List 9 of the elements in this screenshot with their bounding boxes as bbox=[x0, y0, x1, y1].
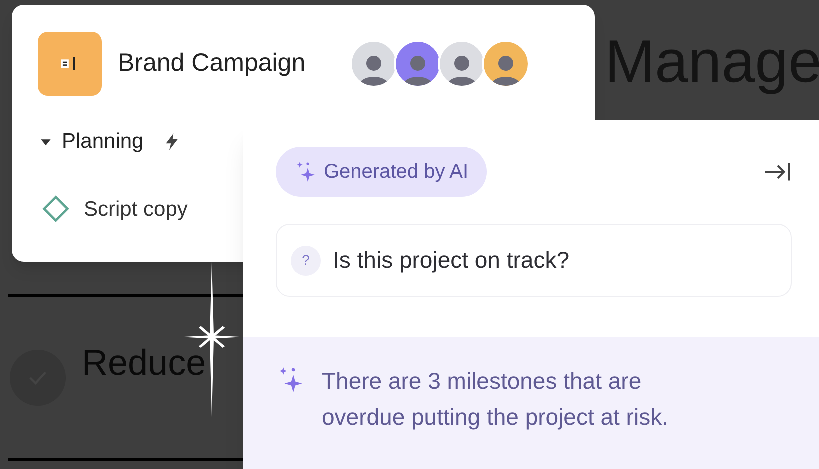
task-title: Script copy bbox=[84, 196, 188, 222]
question-field[interactable]: ? Is this project on track? bbox=[276, 224, 792, 297]
diamond-icon[interactable] bbox=[42, 195, 70, 224]
question-mark-badge: ? bbox=[291, 246, 321, 276]
section-label: Planning bbox=[62, 129, 144, 155]
ai-answer-text: There are 3 milestones that are overdue putting the project at risk. bbox=[322, 367, 670, 432]
question-text: Is this project on track? bbox=[333, 246, 570, 276]
ai-badge-label: Generated by AI bbox=[324, 160, 469, 185]
project-title: Brand Campaign bbox=[118, 48, 306, 80]
